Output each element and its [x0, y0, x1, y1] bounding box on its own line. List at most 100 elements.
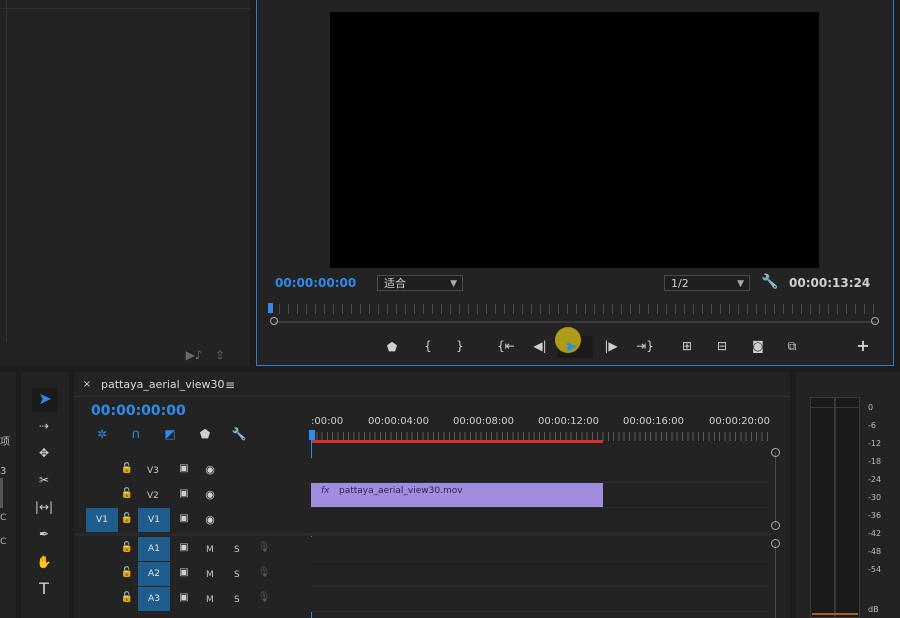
track-lane-v3[interactable]	[310, 458, 768, 483]
solo-button[interactable]: S	[234, 595, 240, 605]
extract-icon[interactable]: ⊟	[712, 339, 732, 353]
razor-tool-icon[interactable]: ✂	[34, 472, 54, 488]
playhead-handle[interactable]	[309, 430, 315, 440]
solo-button[interactable]: S	[234, 545, 240, 555]
snap-icon[interactable]: ∩	[128, 427, 144, 441]
toggle-sync-lock-icon[interactable]: ▣	[177, 463, 191, 475]
export-frame-icon[interactable]: ⇪	[212, 349, 228, 361]
scrollbar-right-handle[interactable]	[871, 317, 879, 325]
scrollbar-left-handle[interactable]	[270, 317, 278, 325]
program-video-canvas[interactable]	[330, 12, 819, 268]
drag-video-only-icon[interactable]: ▶♪	[186, 349, 203, 361]
source-panel-divider	[0, 8, 250, 9]
eye-icon[interactable]: ◉	[203, 463, 217, 475]
go-to-in-icon[interactable]: {⇤	[497, 339, 515, 353]
add-marker-icon[interactable]: ⬟	[385, 340, 399, 354]
toggle-sync-lock-icon[interactable]: ▣	[177, 542, 191, 554]
track-target-v1[interactable]: V1	[138, 508, 170, 532]
meter-peak-line	[810, 407, 860, 408]
mute-button[interactable]: M	[206, 570, 214, 580]
lock-icon[interactable]: 🔓	[121, 542, 133, 554]
track-lane-v1[interactable]	[310, 508, 768, 533]
play-icon[interactable]: ▶	[565, 339, 579, 353]
toggle-sync-lock-icon[interactable]: ▣	[177, 592, 191, 604]
meter-scale-label: -18	[868, 457, 882, 466]
program-current-timecode[interactable]: 00:00:00:00	[275, 276, 356, 290]
lock-icon[interactable]: 🔓	[121, 567, 133, 579]
solo-button[interactable]: S	[234, 570, 240, 580]
microphone-icon[interactable]: 🎙	[258, 592, 271, 604]
go-to-out-icon[interactable]: ⇥}	[636, 339, 654, 353]
lock-icon[interactable]: 🔓	[121, 488, 133, 500]
pen-tool-icon[interactable]: ✒	[34, 526, 54, 542]
fit-zoom-select[interactable]: 适合 ▼	[377, 275, 463, 291]
meter-scale-label: -54	[868, 565, 882, 574]
project-fragment-4: C	[0, 537, 7, 547]
comparison-view-icon[interactable]: ⧉	[782, 338, 802, 354]
track-lane-a1[interactable]	[310, 537, 768, 562]
scrollbar-handle-top[interactable]	[771, 539, 780, 548]
mute-button[interactable]: M	[206, 545, 214, 555]
toggle-sync-lock-icon[interactable]: ▣	[177, 567, 191, 579]
lock-icon[interactable]: 🔓	[121, 513, 133, 525]
track-target-a2[interactable]: A2	[138, 562, 170, 586]
track-lane-a3[interactable]	[310, 587, 768, 612]
mute-button[interactable]: M	[206, 595, 214, 605]
slip-tool-icon[interactable]: |↔|	[34, 499, 54, 515]
source-panel	[0, 0, 250, 366]
microphone-icon[interactable]: 🎙	[258, 542, 271, 554]
fit-zoom-value: 适合	[384, 277, 406, 290]
video-audio-divider[interactable]	[74, 533, 771, 536]
lift-icon[interactable]: ⊞	[678, 339, 696, 353]
source-patch-v1[interactable]: V1	[86, 508, 118, 532]
wrench-settings-icon[interactable]: 🔧	[761, 274, 778, 290]
work-area-bar[interactable]	[311, 440, 603, 443]
mark-out-icon[interactable]: }	[453, 339, 467, 353]
meter-scale-label: dB	[868, 605, 879, 614]
track-select-tool-icon[interactable]: ⇢	[34, 418, 54, 434]
camera-export-frame-icon[interactable]: ◙	[750, 339, 766, 353]
track-lane-a2[interactable]	[310, 562, 768, 587]
timeline-settings-wrench-icon[interactable]: 🔧	[231, 427, 247, 441]
step-back-icon[interactable]: ◀|	[532, 339, 548, 353]
lock-icon[interactable]: 🔓	[121, 463, 133, 475]
eye-icon[interactable]: ◉	[203, 488, 217, 500]
type-tool-icon[interactable]: T	[34, 580, 54, 598]
mark-in-icon[interactable]: {	[421, 339, 435, 353]
toggle-sync-lock-icon[interactable]: ▣	[177, 488, 191, 500]
video-clip[interactable]: fx pattaya_aerial_view30.mov	[311, 483, 603, 507]
track-target-a3[interactable]: A3	[138, 587, 170, 611]
toggle-sync-lock-icon[interactable]: ▣	[177, 513, 191, 525]
eye-icon[interactable]: ◉	[203, 513, 217, 525]
scrollbar-handle-bottom[interactable]	[771, 521, 780, 530]
button-editor-plus-icon[interactable]: +	[856, 338, 870, 354]
sequence-playhead-timecode[interactable]: 00:00:00:00	[91, 403, 186, 419]
linked-selection-icon[interactable]: ◩	[162, 427, 178, 441]
microphone-icon[interactable]: 🎙	[258, 567, 271, 579]
project-scrollbar[interactable]	[0, 478, 3, 508]
program-mini-ruler[interactable]	[270, 304, 878, 314]
scrollbar-handle-top[interactable]	[771, 448, 780, 457]
meter-channel-right	[835, 397, 860, 618]
tab-menu-icon[interactable]: ≡	[224, 379, 236, 391]
clip-fx-badge[interactable]: fx	[321, 486, 330, 496]
ripple-edit-tool-icon[interactable]: ✥	[34, 445, 54, 461]
add-marker-timeline-icon[interactable]: ⬟	[198, 427, 212, 441]
meter-scale-label: -42	[868, 529, 882, 538]
program-zoom-scrollbar[interactable]	[274, 321, 876, 323]
sequence-tab[interactable]: pattaya_aerial_view30	[101, 378, 225, 391]
chevron-down-icon: ▼	[737, 279, 744, 289]
step-forward-icon[interactable]: |▶	[603, 339, 619, 353]
track-target-a1[interactable]: A1	[138, 537, 170, 561]
program-playhead-marker[interactable]	[268, 303, 273, 313]
nest-clips-icon[interactable]: ✲	[94, 427, 110, 441]
track-label-v2: V2	[147, 491, 159, 501]
selection-tool-icon[interactable]: ➤	[36, 390, 54, 408]
audio-tracks-scrollbar[interactable]	[775, 543, 776, 618]
video-tracks-scrollbar[interactable]	[775, 452, 776, 526]
playback-resolution-select[interactable]: 1/2 ▼	[664, 275, 750, 291]
hand-tool-icon[interactable]: ✋	[34, 553, 54, 571]
close-tab-icon[interactable]: ×	[82, 380, 92, 390]
lock-icon[interactable]: 🔓	[121, 592, 133, 604]
track-label-v3: V3	[147, 466, 159, 476]
